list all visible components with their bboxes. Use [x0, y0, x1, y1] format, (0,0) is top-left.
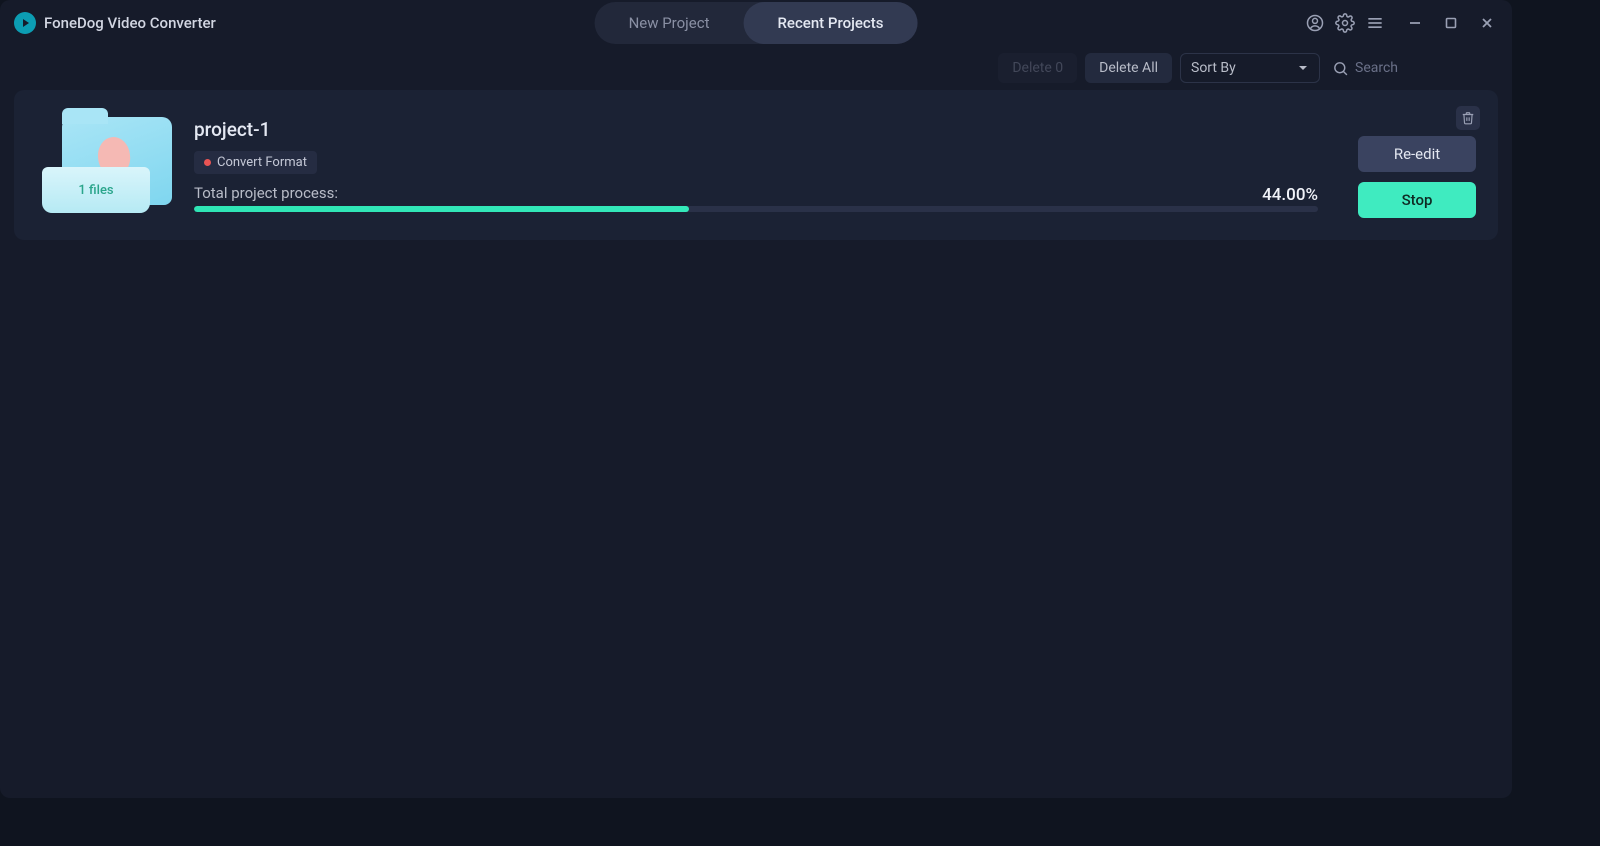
close-icon[interactable] [1476, 12, 1498, 34]
search-icon [1332, 60, 1349, 77]
project-files-count: 1 files [78, 183, 113, 198]
progress-bar [194, 206, 1318, 212]
project-info: project-1 Convert Format Total project p… [194, 118, 1318, 212]
maximize-icon[interactable] [1440, 12, 1462, 34]
stop-button[interactable]: Stop [1358, 182, 1476, 218]
app-window: FoneDog Video Converter New Project Rece… [0, 0, 1512, 798]
sort-by-dropdown[interactable]: Sort By [1180, 53, 1320, 83]
project-card: 1 files project-1 Convert Format Total p… [14, 90, 1498, 240]
search-input[interactable] [1355, 60, 1494, 76]
window-controls [1404, 12, 1498, 34]
sort-by-label: Sort By [1191, 60, 1236, 76]
titlebar: FoneDog Video Converter New Project Rece… [0, 0, 1512, 46]
tab-recent-projects[interactable]: Recent Projects [743, 2, 917, 44]
progress-section: Total project process: 44.00% [194, 184, 1318, 212]
delete-selected-button[interactable]: Delete 0 [998, 53, 1077, 83]
convert-format-tag: Convert Format [194, 151, 317, 174]
main-tabbar: New Project Recent Projects [595, 2, 918, 44]
progress-bar-fill [194, 206, 689, 212]
projects-list: 1 files project-1 Convert Format Total p… [0, 90, 1512, 798]
status-dot-icon [204, 159, 211, 166]
app-title: FoneDog Video Converter [44, 14, 216, 32]
project-actions: Re-edit Stop [1358, 136, 1476, 218]
delete-all-button[interactable]: Delete All [1085, 53, 1172, 83]
project-name: project-1 [194, 118, 1318, 141]
titlebar-right [1304, 12, 1498, 34]
menu-icon[interactable] [1364, 12, 1386, 34]
settings-icon[interactable] [1334, 12, 1356, 34]
minimize-icon[interactable] [1404, 12, 1426, 34]
project-folder-icon: 1 files [42, 117, 172, 213]
delete-project-button[interactable] [1456, 106, 1480, 130]
toolbar: Delete 0 Delete All Sort By [0, 46, 1512, 90]
tab-new-project[interactable]: New Project [595, 2, 744, 44]
reedit-button[interactable]: Re-edit [1358, 136, 1476, 172]
convert-tag-label: Convert Format [217, 155, 307, 170]
progress-percent: 44.00% [1262, 185, 1318, 205]
user-icon[interactable] [1304, 12, 1326, 34]
app-logo-icon [14, 12, 36, 34]
titlebar-left: FoneDog Video Converter [14, 12, 216, 34]
search-box [1328, 53, 1498, 83]
progress-label: Total project process: [194, 184, 338, 202]
chevron-down-icon [1297, 62, 1309, 74]
